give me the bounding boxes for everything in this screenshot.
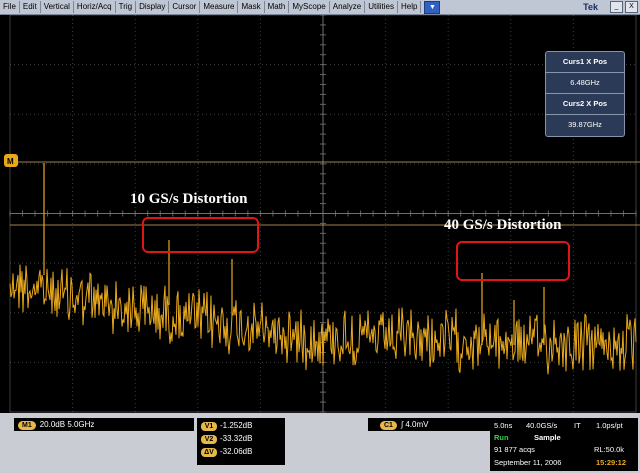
spectral-spikes [43,163,545,345]
trigger-readout[interactable]: C1 ∫ 4.0mV [368,418,492,431]
trigger-channel-badge: C1 [380,421,397,430]
menu-display[interactable]: Display [136,1,170,13]
minimize-icon[interactable]: _ [610,1,623,13]
timebase: 5.0ns [494,421,513,430]
v1-value: -1.252dB [220,421,253,430]
trigger-level: ∫ 4.0mV [400,420,429,429]
v2-tag: V2 [201,435,217,444]
date: September 11, 2006 [494,458,562,467]
close-icon[interactable]: X [625,1,638,13]
cursor-value-row-delta: ΔV -32.06dB [201,446,281,457]
waveform-graticule: M [4,15,640,413]
acquisition-status[interactable]: 5.0ns 40.0GS/s IT 1.0ps/pt Run Sample 91… [490,418,638,471]
menu-edit[interactable]: Edit [20,1,41,13]
resolution: 1.0ps/pt [596,421,623,430]
acquisition-count: 91 877 acqs [494,445,535,454]
menu-measure[interactable]: Measure [200,1,239,13]
menu-utilities[interactable]: Utilities [365,1,398,13]
cursor-value-row-v1: V1 -1.252dB [201,420,281,431]
menu-myscope[interactable]: MyScope [289,1,330,13]
sample-rate: 40.0GS/s [526,421,558,430]
brand-logo: Tek [583,2,598,12]
highlight-box-40gs [456,241,570,281]
run-state: Run [494,433,509,442]
v1-tag: V1 [201,422,217,431]
waveform-display[interactable]: M 10 GS/s Distortion 40 GS/s Distortion … [0,15,640,413]
menu-mask[interactable]: Mask [238,1,265,13]
menu-cursor[interactable]: Cursor [169,1,201,13]
time: 15:29:12 [596,458,627,467]
curs2-label: Curs2 X Pos [546,94,624,115]
acquisition-mode: Sample [534,433,561,442]
curs2-value: 39.87GHz [568,120,602,129]
math-scale-readout[interactable]: M1 20.0dB 5.0GHz [14,418,194,431]
menu-horiz-acq[interactable]: Horiz/Acq [74,1,116,13]
reference-marker-label: M [7,157,14,166]
menu-file[interactable]: File [0,1,20,13]
highlight-box-10gs [142,217,259,253]
delta-v-tag: ΔV [201,448,217,457]
cursor-readout-panel[interactable]: Curs1 X Pos 6.48GHz Curs2 X Pos 39.87GHz [545,51,625,137]
menu-math[interactable]: Math [265,1,290,13]
menu-vertical[interactable]: Vertical [41,1,74,13]
curs1-value: 6.48GHz [546,73,624,94]
menu-help[interactable]: Help [398,1,422,13]
cursor-values-readout[interactable]: V1 -1.252dB V2 -33.32dB ΔV -32.06dB [197,418,285,465]
math-scale-value: 20.0dB 5.0GHz [39,420,95,429]
curs1-label: Curs1 X Pos [546,52,624,73]
delta-v-value: -32.06dB [220,447,253,456]
menu-trig[interactable]: Trig [116,1,137,13]
dropdown-arrow-icon[interactable]: ▼ [424,0,441,14]
record-length: RL:50.0k [594,445,625,454]
math-channel-badge: M1 [18,421,36,430]
menu-analyze[interactable]: Analyze [330,1,366,13]
reference-marker: M [4,154,18,167]
acq-mode-it: IT [574,421,581,430]
annotation-10gs-distortion: 10 GS/s Distortion [130,191,248,207]
menu-bar: File Edit Vertical Horiz/Acq Trig Displa… [0,0,640,15]
status-panel: M1 20.0dB 5.0GHz V1 -1.252dB V2 -33.32dB ΔV… [0,413,640,473]
annotation-40gs-distortion: 40 GS/s Distortion [444,217,562,233]
v2-value: -33.32dB [220,434,253,443]
cursor-value-row-v2: V2 -33.32dB [201,433,281,444]
